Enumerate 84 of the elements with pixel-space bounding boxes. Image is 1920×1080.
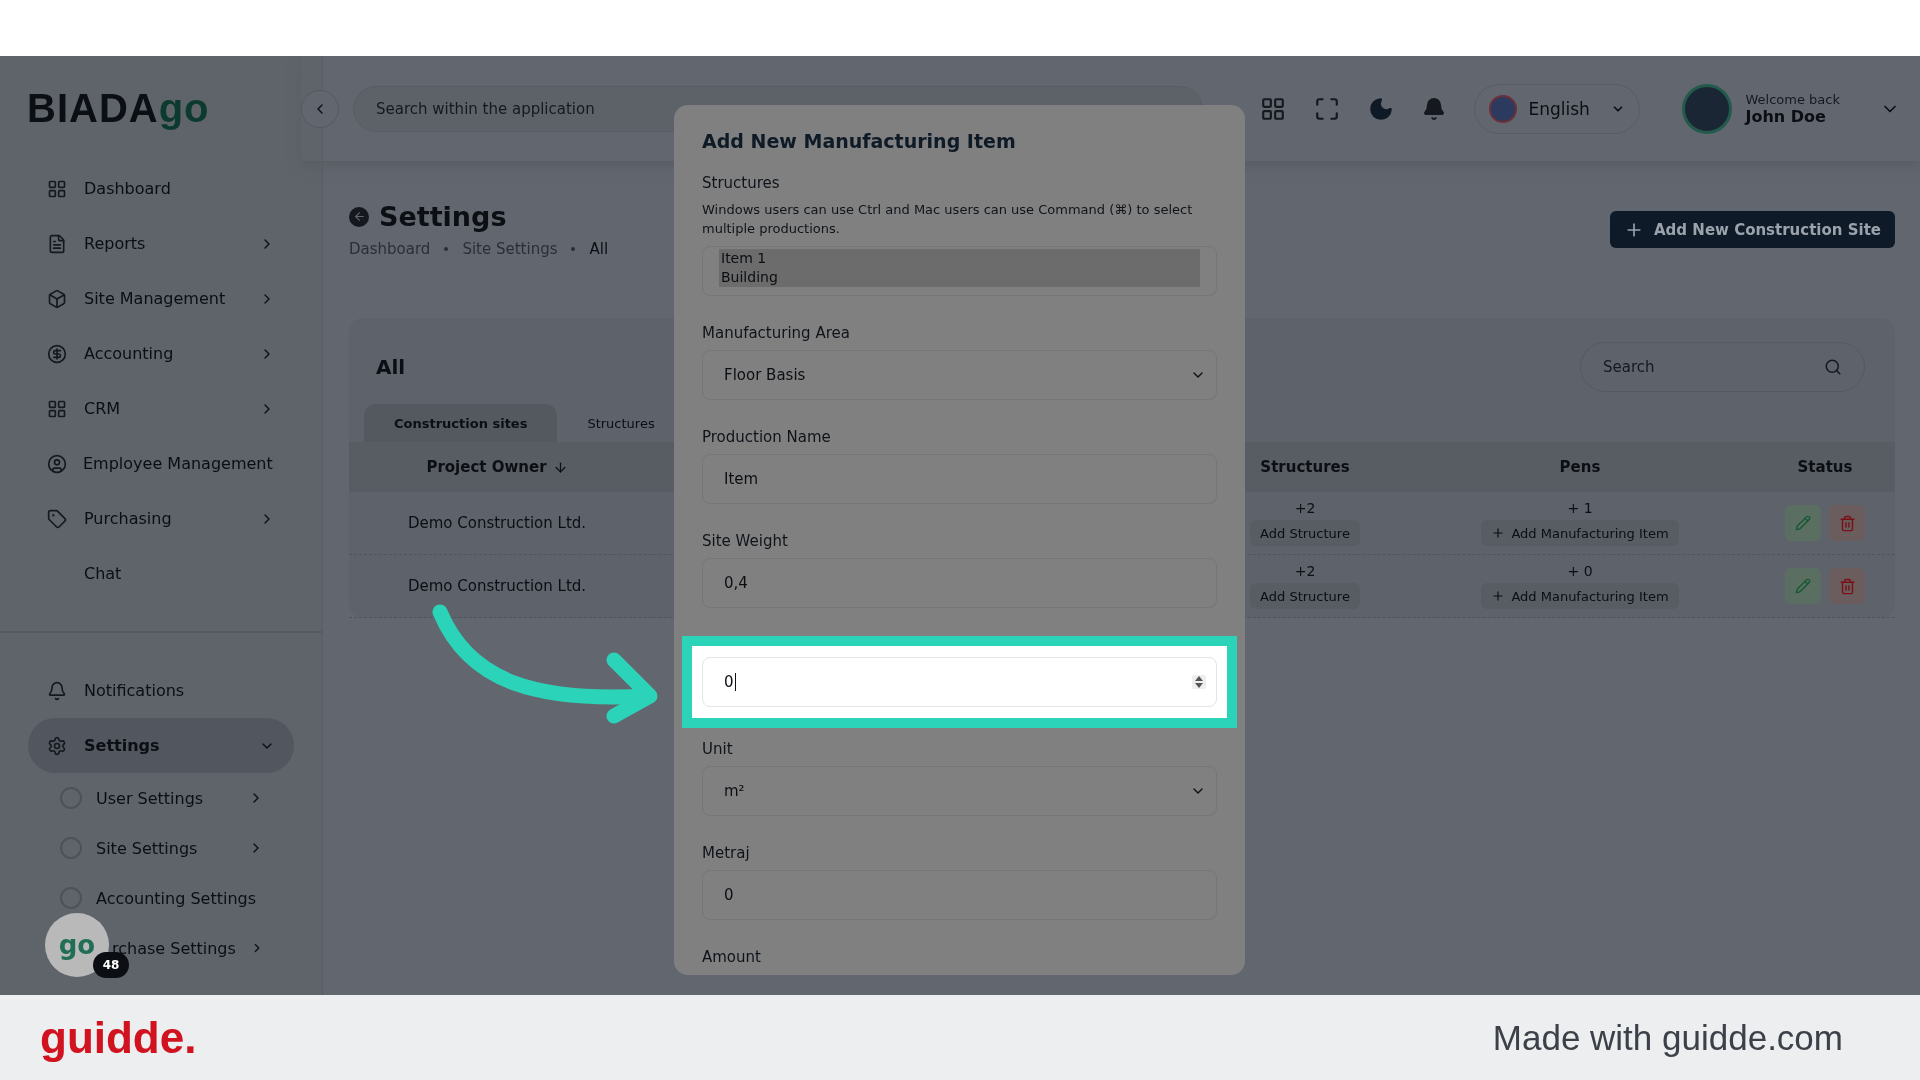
flag-icon (1488, 94, 1517, 123)
field-label: Site Weight (702, 532, 789, 550)
search-icon (1824, 358, 1842, 376)
sidebar-subitem[interactable]: User Settings (0, 773, 294, 823)
bell-icon[interactable] (1421, 96, 1446, 121)
sidebar-item[interactable]: Notifications (28, 663, 294, 718)
field-label: Production Name (702, 428, 832, 446)
tab[interactable]: Construction sites (364, 404, 558, 442)
column-header[interactable]: Status (1755, 458, 1895, 476)
box-icon (47, 288, 68, 309)
modal-title: Add New Manufacturing Item (702, 130, 1017, 152)
add-structure-button[interactable]: Add Structure (1250, 583, 1360, 609)
sidebar-item[interactable]: Employee Management (28, 436, 294, 491)
spinner-icon (1192, 675, 1206, 689)
breadcrumb: All (589, 240, 609, 258)
table-cell-text: Demo Construction Ltd. (406, 514, 588, 532)
pencil-icon (1795, 515, 1811, 531)
count-text: +2 (1294, 500, 1316, 516)
credit-text: Made with guidde.com (1492, 1017, 1843, 1058)
brand-logo: guidde. (40, 1012, 197, 1063)
trash-icon (1838, 577, 1856, 595)
sidebar-item[interactable]: Site Management (28, 271, 294, 326)
sidebar-item[interactable]: Dashboard (28, 161, 294, 216)
list-option[interactable]: Item 1 (719, 249, 1200, 268)
apps-icon[interactable] (1259, 95, 1286, 122)
breadcrumb[interactable]: Site Settings (462, 240, 558, 258)
count-text: + 0 (1567, 563, 1593, 579)
sort-arrow-icon (552, 459, 568, 475)
sidebar-item[interactable]: Reports (28, 216, 294, 271)
plus-icon (1491, 589, 1506, 603)
select-field[interactable]: Floor Basis (702, 350, 1217, 400)
breadcrumb[interactable]: Dashboard (349, 240, 431, 258)
sidebar-item[interactable]: CRM (28, 381, 294, 436)
logo: BIADAgo (27, 86, 210, 131)
back-icon[interactable] (349, 206, 369, 227)
column-header[interactable]: Pens (1405, 458, 1755, 476)
dollar-icon (47, 343, 68, 364)
add-site-button[interactable]: Add New Construction Site (1610, 211, 1895, 248)
select-field[interactable]: m² (702, 766, 1217, 816)
field-label: Structures (702, 174, 781, 192)
count-text: + 1 (1567, 500, 1593, 516)
structures-listbox[interactable]: Item 1 Building (702, 246, 1217, 296)
table-cell-text: Demo Construction Ltd. (406, 577, 588, 595)
input-field[interactable]: 0,4 (702, 558, 1217, 608)
add-item-button[interactable]: Add Manufacturing Item (1481, 520, 1679, 546)
field-label: Manufacturing Area (702, 324, 851, 342)
help-text: Windows users can use Ctrl and Mac users can use Command (⌘) to select multiple productions. (702, 201, 1194, 238)
add-structure-button[interactable]: Add Structure (1250, 520, 1360, 546)
sidebar-item[interactable]: Chat (28, 546, 294, 601)
welcome-text: Welcome back (1745, 91, 1840, 107)
column-header[interactable]: Project Owner (349, 458, 645, 476)
field-label: Metraj (702, 844, 751, 862)
gear-icon (47, 735, 68, 756)
sidebar-subitem[interactable]: Site Settings (0, 823, 294, 873)
plus-icon (1491, 526, 1506, 540)
trash-icon (1838, 514, 1856, 532)
input-field[interactable]: 0 (702, 870, 1217, 920)
tag-icon (47, 508, 68, 529)
sidebar-item[interactable]: Accounting (28, 326, 294, 381)
card-title: All (376, 355, 406, 379)
tab[interactable]: Structures (557, 404, 685, 442)
user-icon (47, 453, 67, 474)
page-title: Settings (379, 201, 507, 232)
search-field[interactable]: Search (1580, 342, 1865, 392)
pencil-icon (1795, 578, 1811, 594)
count-text: +2 (1294, 563, 1316, 579)
list-option[interactable]: Building (719, 268, 1200, 287)
delete-button[interactable] (1829, 505, 1865, 541)
language-select[interactable]: English (1473, 83, 1640, 134)
input-field[interactable]: Item (702, 454, 1217, 504)
sidebar-item[interactable]: Purchasing (28, 491, 294, 546)
grid-icon (47, 398, 68, 419)
file-icon (47, 233, 68, 254)
moon-icon[interactable] (1367, 95, 1394, 122)
bell-icon (47, 680, 68, 701)
grid-icon (47, 178, 68, 199)
sidebar-item[interactable]: Settings (28, 718, 294, 773)
number-input-field[interactable]: 0 (702, 657, 1217, 707)
fullscreen-icon[interactable] (1313, 95, 1340, 122)
delete-button[interactable] (1829, 568, 1865, 604)
field-label: Amount (702, 948, 762, 966)
add-item-button[interactable]: Add Manufacturing Item (1481, 583, 1679, 609)
user-name: John Doe (1745, 106, 1827, 126)
field-label: Unit (702, 740, 734, 758)
